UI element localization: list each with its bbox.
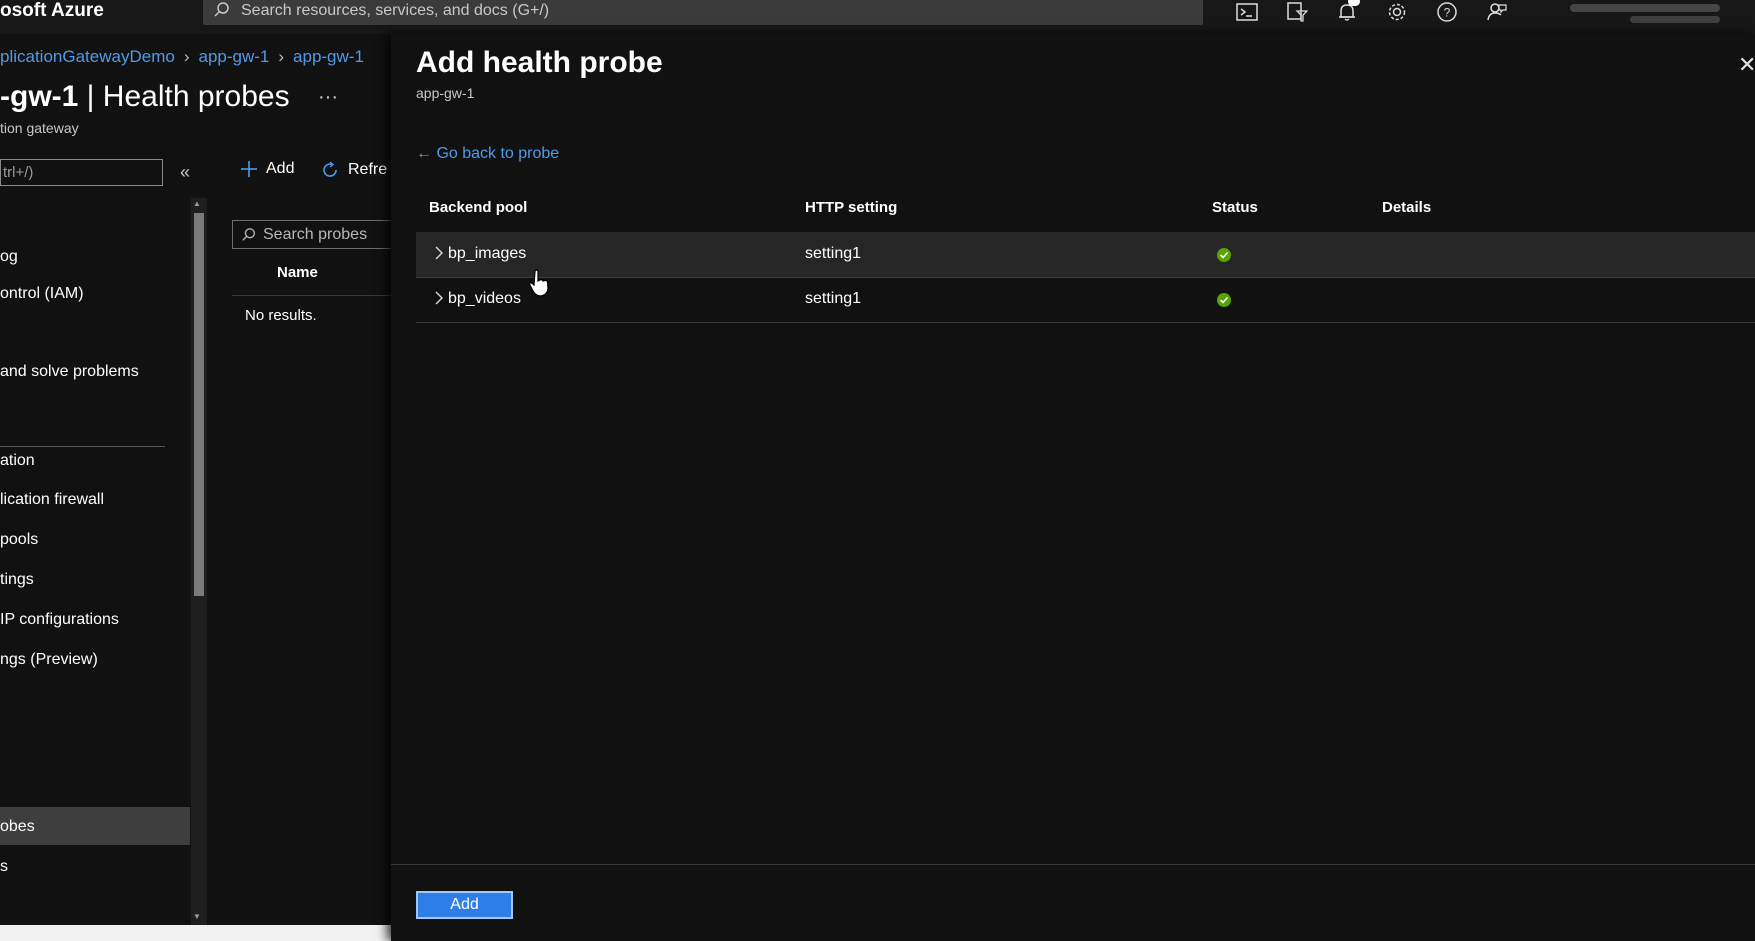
probe-search-placeholder: Search probes — [263, 226, 368, 243]
backend-pool-name: bp_images — [448, 245, 527, 262]
chevron-right-icon[interactable] — [434, 291, 444, 305]
chevron-right-icon: › — [183, 47, 190, 66]
add-button[interactable]: Add — [416, 891, 513, 919]
breadcrumb-link-appgw[interactable]: app-gw-1 — [198, 47, 269, 66]
column-header-name[interactable]: Name — [277, 264, 318, 281]
terminal-icon[interactable] — [1234, 0, 1260, 24]
page-title: -gw-1 | Health probes — [0, 80, 290, 113]
panel-title: Add health probe — [416, 46, 663, 79]
gear-icon[interactable] — [1384, 0, 1410, 24]
sidebar-item-backend-pools[interactable]: pools — [0, 531, 38, 549]
sidebar-item-settings-preview[interactable]: ngs (Preview) — [0, 651, 98, 669]
refresh-icon — [323, 161, 337, 177]
nav-filter-input[interactable]: trl+/) — [0, 159, 163, 186]
bell-icon[interactable] — [1334, 0, 1360, 24]
search-icon — [214, 2, 229, 17]
add-probe-label: Add — [266, 160, 295, 177]
sidebar-divider — [0, 446, 165, 447]
column-header-http-setting: HTTP setting — [805, 199, 898, 216]
chevron-right-icon[interactable] — [434, 246, 444, 260]
probe-search-input[interactable]: Search probes — [232, 220, 392, 249]
directory-filter-icon[interactable] — [1284, 0, 1310, 24]
sidebar-item-access-control[interactable]: ontrol (IAM) — [0, 285, 84, 303]
add-probe-button[interactable]: Add — [240, 160, 294, 178]
close-icon[interactable]: ✕ — [1738, 52, 1755, 78]
healthy-status-icon — [1217, 248, 1231, 262]
top-bar: osoft Azure Search resources, services, … — [0, 0, 1755, 34]
global-search-placeholder: Search resources, services, and docs (G+… — [241, 2, 550, 19]
sidebar-item-http-settings[interactable]: tings — [0, 571, 34, 589]
refresh-label: Refre — [348, 161, 388, 178]
sidebar-item-frontend-ip-configurations[interactable]: IP configurations — [0, 611, 119, 629]
more-options-icon[interactable]: ··· — [318, 86, 338, 109]
plus-icon — [241, 161, 257, 177]
probe-table-header: Name — [232, 252, 392, 296]
go-back-to-probe-link[interactable]: ← Go back to probe — [416, 145, 559, 163]
help-icon[interactable]: ? — [1434, 0, 1460, 24]
brand-title[interactable]: osoft Azure — [0, 0, 104, 22]
sidebar-item-health-probes[interactable]: obes — [0, 818, 35, 836]
page-subtitle: tion gateway — [0, 120, 79, 136]
sidebar-scrollbar-thumb[interactable] — [194, 213, 204, 596]
sidebar-item-diagnose[interactable]: and solve problems — [0, 363, 139, 381]
sidebar-item-activity-log[interactable]: og — [0, 248, 18, 266]
http-setting-name: setting1 — [805, 245, 862, 262]
refresh-button[interactable]: Refre — [320, 160, 387, 180]
scroll-up-icon[interactable]: ▲ — [193, 199, 201, 208]
table-row[interactable]: bp_videos setting1 — [416, 277, 1755, 323]
scroll-down-icon[interactable]: ▼ — [193, 912, 201, 921]
table-row[interactable]: bp_images setting1 — [416, 232, 1755, 297]
panel-subtitle: app-gw-1 — [416, 85, 475, 101]
breadcrumb: plicationGatewayDemo › app-gw-1 › app-gw-1 — [0, 47, 364, 67]
empty-state-text: No results. — [245, 307, 317, 324]
http-setting-name: setting1 — [805, 290, 862, 307]
add-health-probe-panel: Add health probe app-gw-1 ✕ ← Go back to… — [391, 34, 1755, 941]
chevron-right-icon: › — [278, 47, 285, 66]
feedback-icon[interactable] — [1484, 0, 1510, 24]
results-table-header: Backend pool HTTP setting Status Details — [416, 196, 1755, 232]
healthy-status-icon — [1217, 293, 1231, 307]
notification-badge — [1348, 0, 1360, 6]
search-icon — [242, 228, 255, 241]
column-header-status: Status — [1212, 199, 1258, 216]
account-info[interactable] — [1540, 2, 1740, 26]
breadcrumb-link-appgw-current[interactable]: app-gw-1 — [293, 47, 364, 66]
collapse-sidebar-icon[interactable]: « — [180, 162, 190, 183]
horizontal-scrollbar[interactable] — [0, 925, 391, 941]
breadcrumb-link-demo[interactable]: plicationGatewayDemo — [0, 47, 175, 66]
global-search-input[interactable]: Search resources, services, and docs (G+… — [203, 0, 1203, 25]
sidebar-item-configuration[interactable]: ation — [0, 452, 35, 470]
footer-divider — [391, 864, 1755, 865]
svg-text:?: ? — [1444, 6, 1451, 20]
backend-pool-name: bp_videos — [448, 290, 521, 307]
sidebar-item-web-application-firewall[interactable]: lication firewall — [0, 491, 104, 509]
column-header-backend-pool: Backend pool — [429, 199, 528, 216]
column-header-details: Details — [1382, 199, 1432, 216]
sidebar-item-next[interactable]: s — [0, 858, 8, 876]
